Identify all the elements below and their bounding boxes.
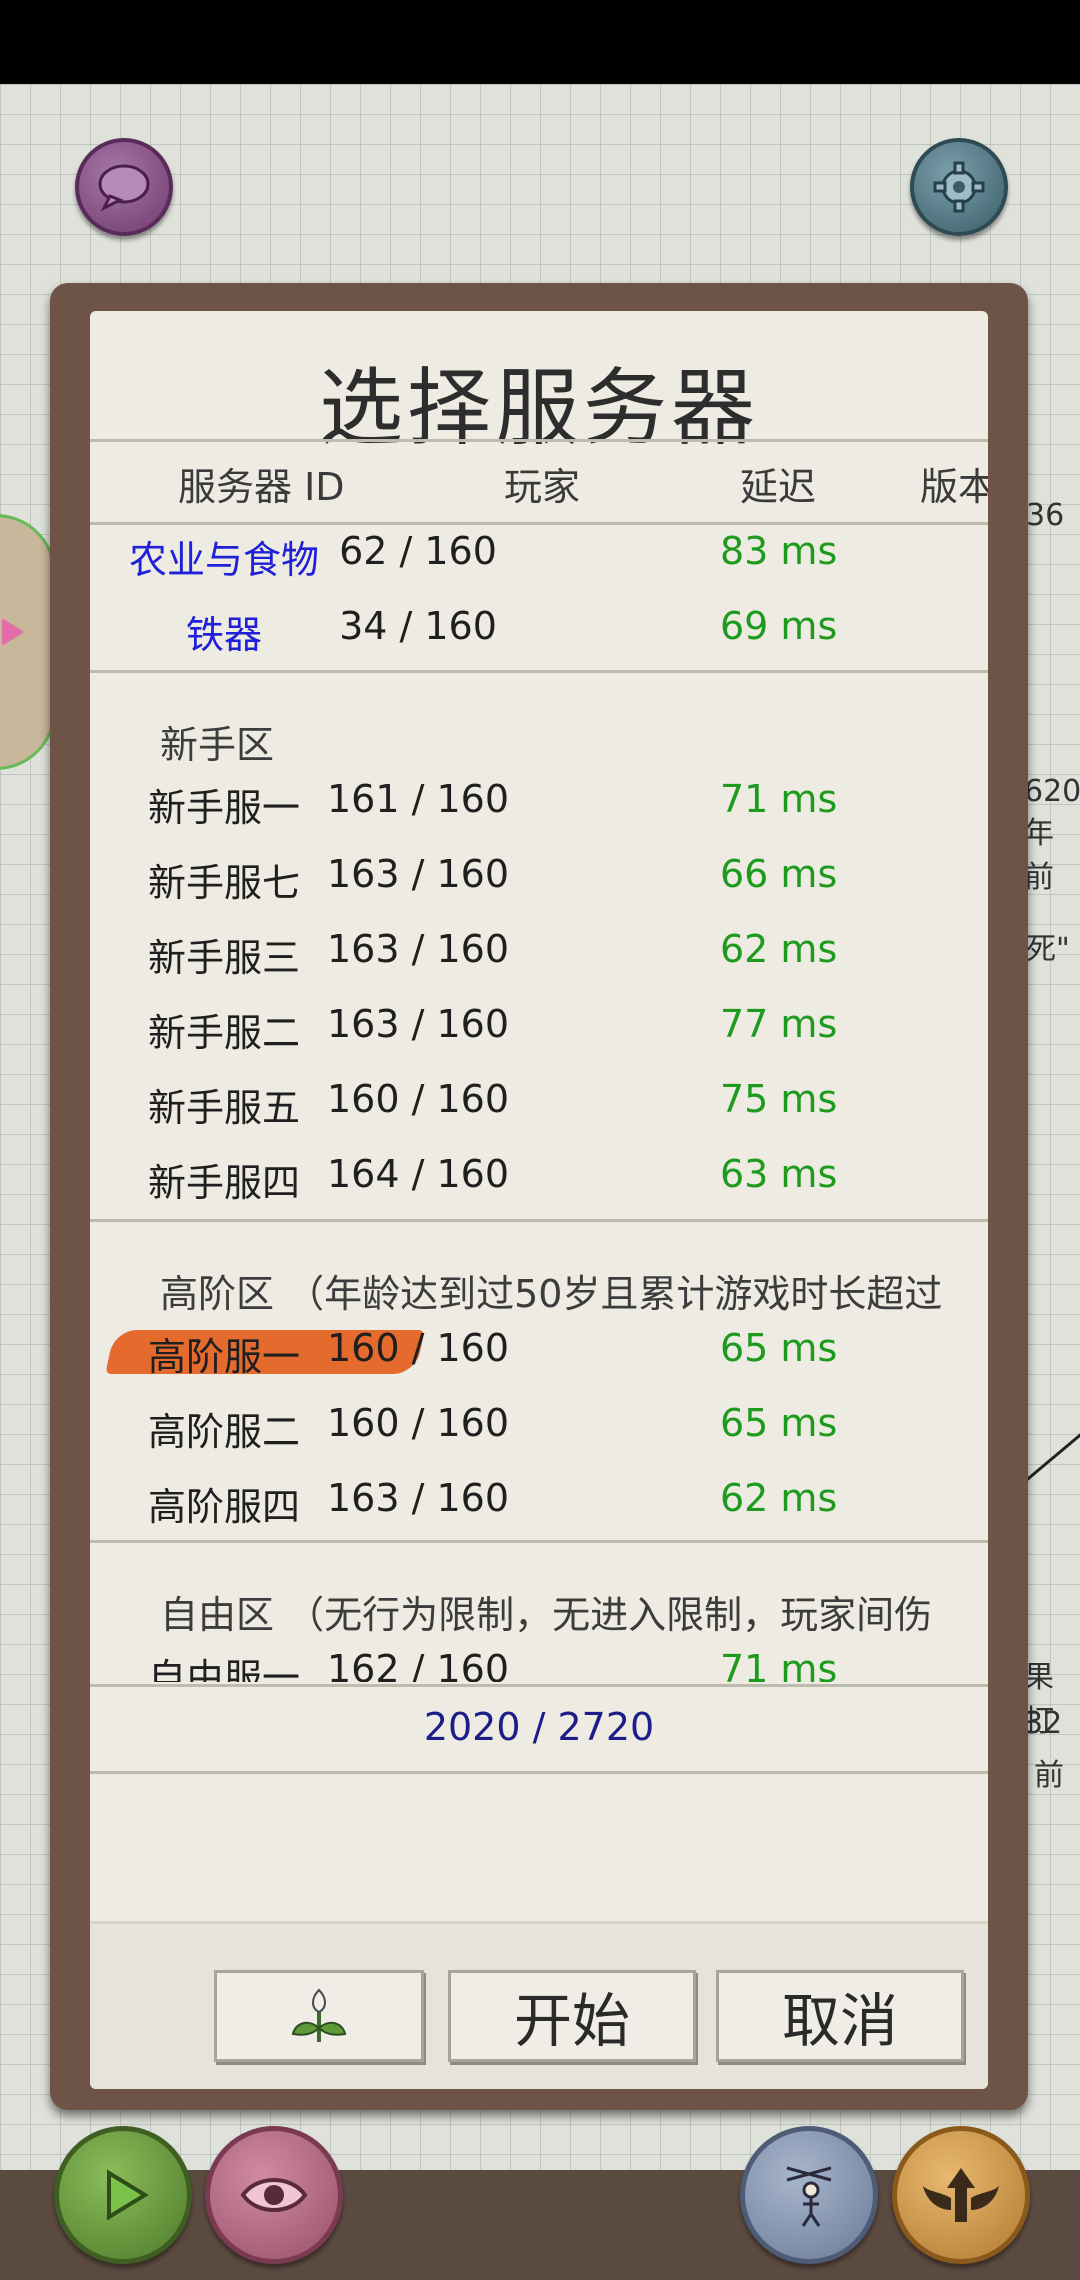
server-row[interactable]: 铁器 34 / 160 69 ms bbox=[90, 590, 988, 664]
sprout-icon bbox=[291, 1988, 347, 2042]
server-players: 163 / 160 bbox=[326, 1476, 510, 1520]
server-players: 160 / 160 bbox=[326, 1326, 510, 1370]
arrow-up-wings-icon bbox=[923, 2168, 999, 2222]
server-players: 163 / 160 bbox=[326, 1002, 510, 1046]
map-text: 36 bbox=[1026, 498, 1065, 533]
drawer-arrow-icon bbox=[2, 618, 24, 646]
puppet-button[interactable] bbox=[740, 2126, 878, 2264]
server-ping: 65 ms bbox=[720, 1401, 838, 1445]
server-ping: 63 ms bbox=[720, 1152, 838, 1196]
server-row[interactable]: 农业与食物 62 / 160 83 ms bbox=[90, 522, 988, 589]
column-header-version: 版本 bbox=[920, 465, 988, 509]
status-bar bbox=[0, 0, 1080, 84]
chat-bubble-icon bbox=[98, 164, 150, 212]
server-row[interactable]: 自由服一 162 / 160 71 ms bbox=[90, 1633, 988, 1682]
upgrade-button[interactable] bbox=[892, 2126, 1030, 2264]
puppet-icon bbox=[786, 2166, 832, 2227]
list-bottom-divider bbox=[90, 1771, 988, 1774]
server-players: 160 / 160 bbox=[326, 1401, 510, 1445]
select-server-dialog: 选择服务器 服务器 ID 玩家 延迟 版本 农业与食物 62 / 160 83 … bbox=[50, 283, 1028, 2110]
server-players: 162 / 160 bbox=[326, 1647, 510, 1682]
play-button[interactable] bbox=[54, 2126, 192, 2264]
play-icon bbox=[107, 2169, 149, 2221]
server-players: 163 / 160 bbox=[326, 852, 510, 896]
map-text: 前 bbox=[1034, 1758, 1064, 1793]
server-row[interactable]: 新手服三 163 / 160 62 ms bbox=[90, 913, 988, 987]
server-row[interactable]: 高阶服四 163 / 160 62 ms bbox=[90, 1462, 988, 1536]
section-label-free: 自由区 （无行为限制，无进入限制，玩家间伤 bbox=[160, 1593, 933, 1637]
server-players: 160 / 160 bbox=[326, 1077, 510, 1121]
map-text: 620 bbox=[1024, 774, 1080, 809]
section-divider bbox=[90, 670, 988, 673]
table-header: 服务器 ID 玩家 延迟 版本 bbox=[90, 439, 988, 525]
column-header-players: 玩家 bbox=[504, 465, 581, 509]
total-divider bbox=[90, 1684, 988, 1687]
section-divider bbox=[90, 1540, 988, 1543]
server-ping: 69 ms bbox=[720, 604, 838, 648]
map-text: 年前 bbox=[1024, 816, 1054, 895]
server-ping: 83 ms bbox=[720, 529, 838, 573]
server-row[interactable]: 新手服五 160 / 160 75 ms bbox=[90, 1063, 988, 1137]
dialog-panel: 选择服务器 服务器 ID 玩家 延迟 版本 农业与食物 62 / 160 83 … bbox=[90, 311, 988, 2089]
server-row[interactable]: 新手服一 161 / 160 71 ms bbox=[90, 763, 988, 837]
server-row[interactable]: 新手服二 163 / 160 77 ms bbox=[90, 988, 988, 1062]
map-connector-line bbox=[1019, 1407, 1080, 1487]
section-label-advanced: 高阶区 （年龄达到过50岁且累计游戏时长超过 bbox=[160, 1272, 943, 1316]
view-button[interactable] bbox=[205, 2126, 343, 2264]
column-header-id: 服务器 ID bbox=[178, 465, 345, 509]
cancel-button[interactable]: 取消 bbox=[716, 1970, 964, 2062]
map-text: 死" bbox=[1026, 932, 1070, 967]
server-players: 62 / 160 bbox=[339, 529, 497, 573]
server-players: 164 / 160 bbox=[326, 1152, 510, 1196]
section-divider bbox=[90, 1219, 988, 1222]
column-header-ping: 延迟 bbox=[740, 465, 817, 509]
map-text: 32 bbox=[1024, 1706, 1063, 1741]
server-row-selected[interactable]: 高阶服一 160 / 160 65 ms bbox=[90, 1312, 988, 1386]
sprout-button[interactable] bbox=[214, 1970, 424, 2062]
chat-button[interactable] bbox=[75, 138, 173, 236]
eye-icon bbox=[240, 2178, 308, 2212]
dialog-footer: 开始 取消 bbox=[90, 1921, 988, 2089]
settings-button[interactable] bbox=[910, 138, 1008, 236]
server-ping: 71 ms bbox=[720, 777, 838, 821]
server-list[interactable]: 农业与食物 62 / 160 83 ms 铁器 34 / 160 69 ms 新… bbox=[90, 522, 988, 1682]
server-row[interactable]: 高阶服二 160 / 160 65 ms bbox=[90, 1387, 988, 1461]
server-ping: 75 ms bbox=[720, 1077, 838, 1121]
server-ping: 71 ms bbox=[720, 1647, 838, 1682]
server-ping: 77 ms bbox=[720, 1002, 838, 1046]
server-ping: 62 ms bbox=[720, 1476, 838, 1520]
server-players: 161 / 160 bbox=[326, 777, 510, 821]
start-button[interactable]: 开始 bbox=[448, 1970, 696, 2062]
server-row[interactable]: 新手服四 164 / 160 63 ms bbox=[90, 1138, 988, 1212]
server-ping: 66 ms bbox=[720, 852, 838, 896]
server-row[interactable]: 新手服七 163 / 160 66 ms bbox=[90, 838, 988, 912]
section-label-novice: 新手区 bbox=[160, 723, 275, 767]
server-ping: 65 ms bbox=[720, 1326, 838, 1370]
server-players: 34 / 160 bbox=[339, 604, 497, 648]
server-ping: 62 ms bbox=[720, 927, 838, 971]
server-players: 163 / 160 bbox=[326, 927, 510, 971]
total-players: 2020 / 2720 bbox=[423, 1705, 655, 1749]
gear-icon bbox=[933, 161, 985, 213]
